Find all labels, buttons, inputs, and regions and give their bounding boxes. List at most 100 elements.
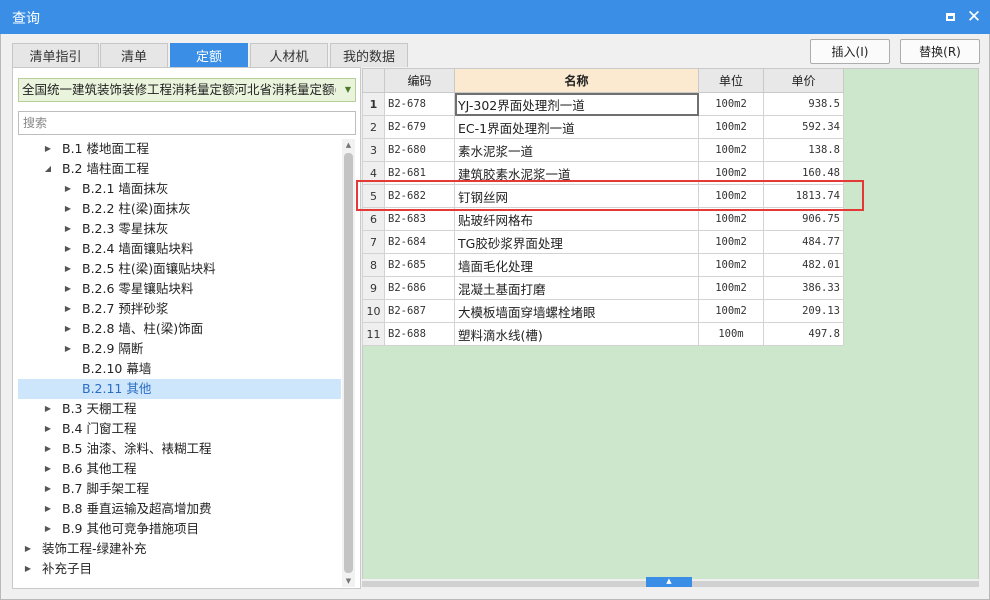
cell-price[interactable]: 938.5 [763,92,844,116]
cell-unit[interactable]: 100m [698,322,764,346]
cell-name[interactable]: TG胶砂浆界面处理 [454,230,699,254]
tree-item[interactable]: ▶ B.2.6 零星镶贴块料 [18,279,341,299]
tree-item[interactable]: ▶ B.3 天棚工程 [18,399,341,419]
table-row[interactable]: 2 B2-679 EC-1界面处理剂一道 100m2 592.34 [362,115,844,139]
table-row[interactable]: 9 B2-686 混凝土基面打磨 100m2 386.33 [362,276,844,300]
expand-arrow-icon[interactable]: ▶ [23,559,33,579]
cell-name[interactable]: 混凝土基面打磨 [454,276,699,300]
cell-code[interactable]: B2-679 [384,115,455,139]
tree-item[interactable]: ▶ B.2.5 柱(梁)面镶贴块料 [18,259,341,279]
grid-header-name[interactable]: 名称 [454,68,699,93]
expand-arrow-icon[interactable]: ▶ [43,399,53,419]
expand-arrow-icon[interactable]: ▶ [43,419,53,439]
cell-name[interactable]: 墙面毛化处理 [454,253,699,277]
tree-item[interactable]: ▶ B.8 垂直运输及超高增加费 [18,499,341,519]
tree-item[interactable]: ▶ 装饰工程-绿建补充 [18,539,341,559]
quota-library-select[interactable]: 全国统一建筑装饰装修工程消耗量定额河北省消耗量定额(2012) ▼ [18,78,356,102]
tab-quota[interactable]: 定额 [170,43,248,67]
tree-item[interactable]: B.2.10 幕墙 [18,359,341,379]
cell-code[interactable]: B2-678 [384,92,455,116]
expand-arrow-icon[interactable]: ▶ [43,499,53,519]
tree-item[interactable]: ▶ B.1 楼地面工程 [18,139,341,159]
tree-item[interactable]: ▶ B.2.7 预拌砂浆 [18,299,341,319]
cell-unit[interactable]: 100m2 [698,230,764,254]
expand-arrow-icon[interactable]: ▶ [63,259,73,279]
tree-item[interactable]: ▶ B.9 其他可竞争措施项目 [18,519,341,539]
table-row[interactable]: 8 B2-685 墙面毛化处理 100m2 482.01 [362,253,844,277]
grid-header-price[interactable]: 单价 [763,68,844,93]
insert-button[interactable]: 插入(I) [810,39,890,64]
scroll-thumb[interactable] [344,153,353,573]
tab-bill[interactable]: 清单 [100,43,168,67]
search-box[interactable] [18,111,356,135]
table-row[interactable]: 10 B2-687 大模板墙面穿墙螺栓堵眼 100m2 209.13 [362,299,844,323]
cell-name[interactable]: 大模板墙面穿墙螺栓堵眼 [454,299,699,323]
tree-item[interactable]: ▶ B.2.2 柱(梁)面抹灰 [18,199,341,219]
cell-price[interactable]: 484.77 [763,230,844,254]
expand-arrow-icon[interactable]: ▶ [43,519,53,539]
cell-code[interactable]: B2-685 [384,253,455,277]
cell-code[interactable]: B2-687 [384,299,455,323]
cell-code[interactable]: B2-688 [384,322,455,346]
cell-unit[interactable]: 100m2 [698,92,764,116]
table-row[interactable]: 11 B2-688 塑料滴水线(槽) 100m 497.8 [362,322,844,346]
close-button[interactable]: ✕ [964,7,984,27]
expand-arrow-icon[interactable]: ▶ [43,479,53,499]
tree-item-selected[interactable]: B.2.11 其他 [18,379,341,399]
replace-button[interactable]: 替换(R) [900,39,980,64]
expand-arrow-icon[interactable]: ▶ [63,219,73,239]
expand-arrow-icon[interactable]: ▶ [63,279,73,299]
expand-arrow-icon[interactable]: ▶ [63,179,73,199]
tab-labor-material-machine[interactable]: 人材机 [250,43,328,67]
tab-bill-guide[interactable]: 清单指引 [12,43,99,67]
expand-arrow-icon[interactable]: ▶ [43,459,53,479]
cell-unit[interactable]: 100m2 [698,299,764,323]
tree-item[interactable]: ▶ B.2.8 墙、柱(梁)饰面 [18,319,341,339]
cell-name[interactable]: 塑料滴水线(槽) [454,322,699,346]
cell-price[interactable]: 138.8 [763,138,844,162]
tree-item[interactable]: ▶ B.7 脚手架工程 [18,479,341,499]
expand-arrow-icon[interactable]: ▶ [23,539,33,559]
cell-price[interactable]: 209.13 [763,299,844,323]
scroll-up-icon[interactable]: ▲ [342,139,355,151]
tree-scrollbar[interactable]: ▲ ▼ [342,139,355,587]
expand-arrow-icon[interactable]: ▶ [63,319,73,339]
table-row[interactable]: 3 B2-680 素水泥浆一道 100m2 138.8 [362,138,844,162]
expand-arrow-icon[interactable]: ▶ [63,239,73,259]
cell-price[interactable]: 592.34 [763,115,844,139]
tree-item[interactable]: ▶ B.5 油漆、涂料、裱糊工程 [18,439,341,459]
tree-item[interactable]: ▶ 补充子目 [18,559,341,579]
splitter-grip-icon[interactable]: ▲ [646,577,692,587]
cell-code[interactable]: B2-684 [384,230,455,254]
tree-item[interactable]: ▶ B.2.9 隔断 [18,339,341,359]
cell-code[interactable]: B2-680 [384,138,455,162]
tree-item[interactable]: ▶ B.2.4 墙面镶贴块料 [18,239,341,259]
tree-item[interactable]: ▶ B.4 门窗工程 [18,419,341,439]
cell-name[interactable]: EC-1界面处理剂一道 [454,115,699,139]
cell-name[interactable]: YJ-302界面处理剂一道 [454,92,699,116]
expand-arrow-icon[interactable]: ▶ [43,439,53,459]
cell-price[interactable]: 497.8 [763,322,844,346]
cell-unit[interactable]: 100m2 [698,276,764,300]
grid-header-code[interactable]: 编码 [384,68,455,93]
grid-header-unit[interactable]: 单位 [698,68,764,93]
tree-item[interactable]: ▶ B.2.1 墙面抹灰 [18,179,341,199]
expand-arrow-icon[interactable]: ▶ [63,299,73,319]
expand-arrow-icon[interactable]: ▶ [43,139,53,159]
maximize-button[interactable] [940,7,960,27]
cell-unit[interactable]: 100m2 [698,138,764,162]
tab-my-data[interactable]: 我的数据 [330,43,408,67]
grid-horizontal-scrollbar[interactable]: ▲ [362,577,979,589]
cell-unit[interactable]: 100m2 [698,253,764,277]
table-row[interactable]: 1 B2-678 YJ-302界面处理剂一道 100m2 938.5 [362,92,844,116]
collapse-arrow-icon[interactable]: ◢ [43,159,53,179]
tree-item[interactable]: ◢ B.2 墙柱面工程 [18,159,341,179]
search-input[interactable] [23,113,343,133]
cell-price[interactable]: 386.33 [763,276,844,300]
cell-name[interactable]: 素水泥浆一道 [454,138,699,162]
cell-code[interactable]: B2-686 [384,276,455,300]
tree-item[interactable]: ▶ B.2.3 零星抹灰 [18,219,341,239]
scroll-down-icon[interactable]: ▼ [342,575,355,587]
cell-price[interactable]: 482.01 [763,253,844,277]
expand-arrow-icon[interactable]: ▶ [63,199,73,219]
